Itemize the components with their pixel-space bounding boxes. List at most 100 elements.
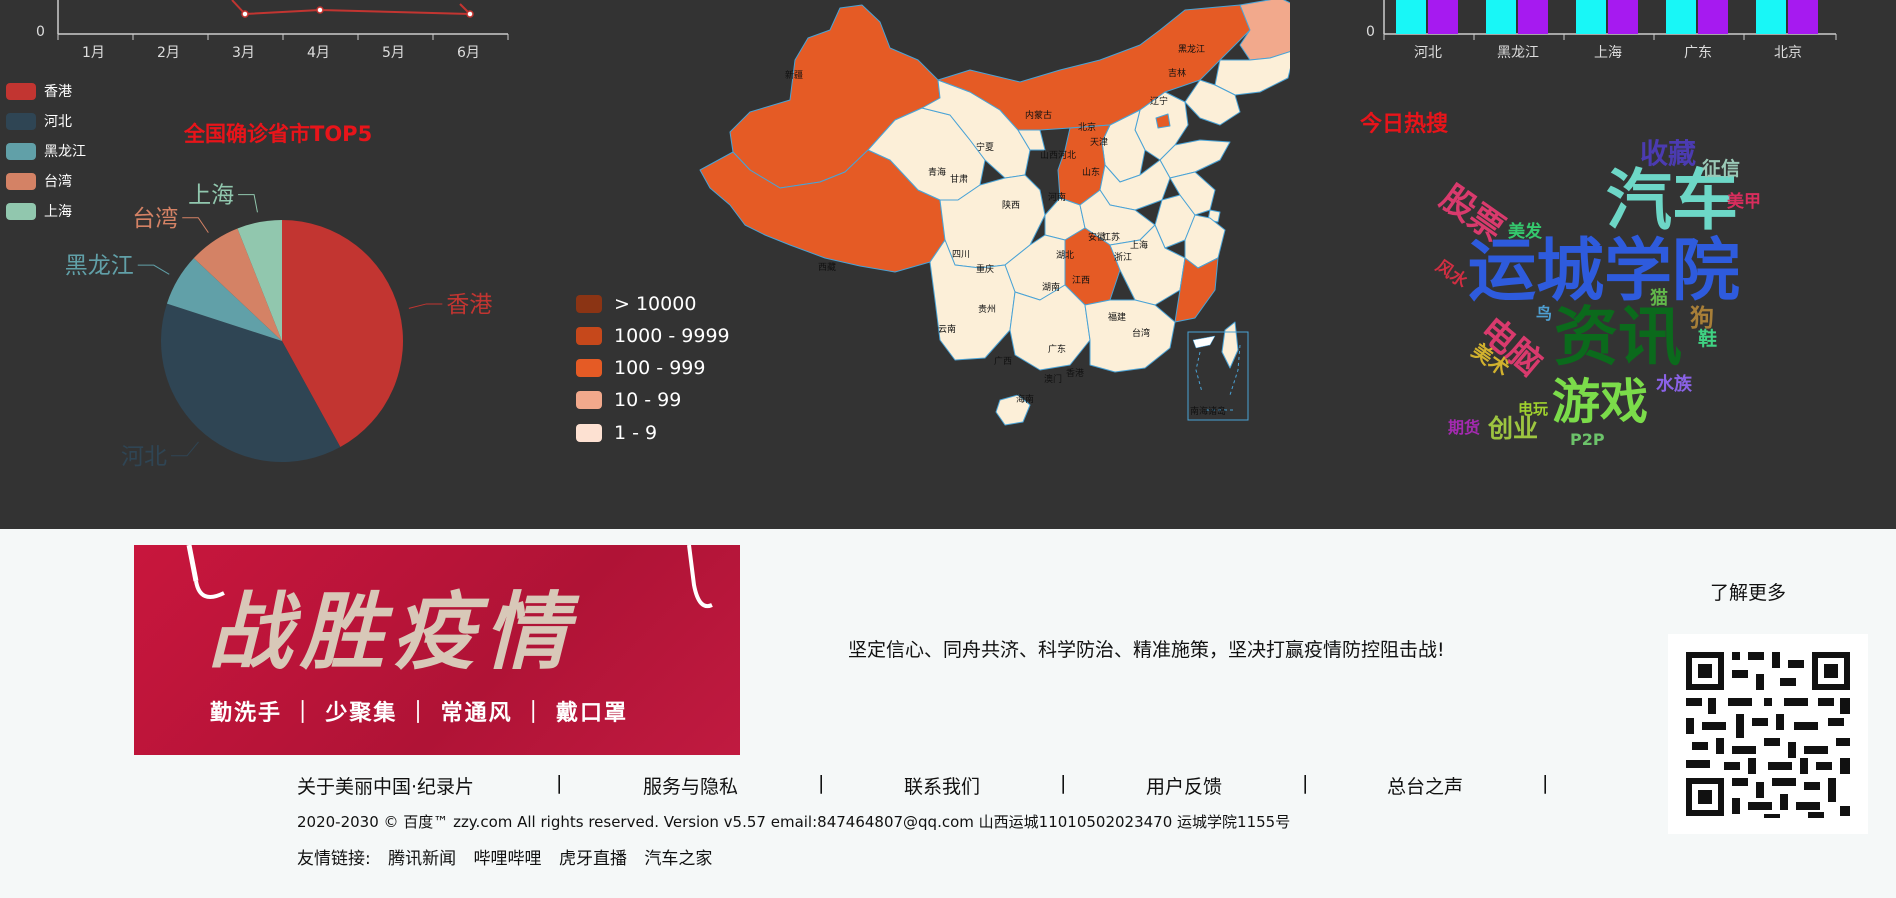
map-label: 四川 [952,250,970,260]
map-legend-item[interactable]: 10 - 99 [576,388,681,412]
map-label: 台湾 [1132,327,1150,339]
banner-subtitle: 勤洗手 ｜ 少聚集 ｜ 常通风 ｜ 戴口罩 [210,701,628,726]
friend-link[interactable]: 虎牙直播 [559,849,627,869]
map-label: 湖北 [1056,250,1074,261]
pie-label: 上海 [188,183,234,209]
map-region-taiwan [1221,321,1239,369]
map-label: 安徽 [1088,231,1106,243]
map-label: 山东 [1082,166,1100,178]
map-region-guangdong [1084,299,1176,373]
footer-nav-documentary[interactable]: 关于美丽中国·纪录片 [297,772,474,799]
bar [1486,0,1516,34]
word-cloud-item[interactable]: 期货 [1448,420,1480,436]
word-cloud: 运城学院 资讯 汽车 游戏 股票 电脑 收藏 征信 美甲 美发 风水 猫 狗 鸟… [1400,130,1800,460]
banner-title: 战胜疫情 [208,583,577,681]
bar [1698,0,1728,34]
map-label: 澳门 [1044,373,1062,385]
bar-x-tick: 北京 [1774,45,1802,61]
map-label: 内蒙古 [1025,109,1052,121]
map-label: 上海 [1130,239,1148,251]
map-legend-item[interactable]: 100 - 999 [576,356,705,380]
bar [1608,0,1638,34]
pie-label: 台湾 [132,206,178,232]
map-legend-item[interactable]: 1 - 9 [576,421,657,445]
word-cloud-item[interactable]: 收藏 [1640,140,1696,168]
footer-separator: | [1060,772,1067,794]
china-map[interactable]: 新疆 西藏 青海 甘肃 四川 云南 内蒙古 宁夏 陕西 重庆 贵州 广西 海南 … [640,0,1290,440]
map-label: 陕西 [1002,199,1020,211]
bar [1518,0,1548,34]
legend-swatch [576,424,602,442]
footer-nav-voice[interactable]: 总台之声 [1387,772,1463,799]
map-legend-item[interactable]: > 10000 [576,292,696,316]
bar [1666,0,1696,34]
pie-label-line [137,264,170,275]
friend-link[interactable]: 哔哩哔哩 [474,849,542,869]
map-label: 辽宁 [1150,95,1168,107]
footer-separator: | [1542,772,1549,794]
word-cloud-item[interactable]: 运城学院 [1468,238,1740,306]
legend-swatch [576,359,602,377]
pie-label-line [238,194,258,213]
pie-label: 黑龙江 [65,253,134,279]
footer-nav-feedback[interactable]: 用户反馈 [1146,772,1222,799]
footer-separator: | [818,772,825,794]
word-cloud-item[interactable]: 创业 [1488,416,1538,441]
bar-x-tick: 河北 [1414,45,1442,61]
word-cloud-item[interactable]: 狗 [1690,306,1714,330]
bar [1756,0,1786,34]
pie-label-line [182,217,209,233]
bar-x-tick: 黑龙江 [1497,45,1539,61]
word-cloud-item[interactable]: 资讯 [1554,306,1682,370]
word-cloud-item[interactable]: 水族 [1656,376,1692,394]
learn-more-link[interactable]: 了解更多 [1710,578,1786,605]
map-label: 宁夏 [976,141,994,153]
legend-label: 100 - 999 [614,357,706,379]
friend-link[interactable]: 腾讯新闻 [388,849,456,869]
map-label: 甘肃 [950,173,968,185]
word-cloud-item[interactable]: 征信 [1702,160,1740,179]
legend-swatch [576,295,602,313]
word-cloud-item[interactable]: 美发 [1508,224,1542,241]
map-legend-item[interactable]: 1000 - 9999 [576,324,730,348]
province-bar-chart [1383,0,1837,40]
copyright-text: 2020-2030 © 百度™ zzy.com All rights reser… [297,813,1291,831]
word-cloud-item[interactable]: 游戏 [1552,378,1648,426]
map-label: 广东 [1048,343,1066,355]
word-cloud-item[interactable]: 猫 [1650,290,1668,308]
map-label: 云南 [938,323,956,335]
banner-image[interactable]: 战胜疫情 勤洗手 ｜ 少聚集 ｜ 常通风 ｜ 戴口罩 [134,545,740,755]
legend-label: 1 - 9 [614,422,658,444]
map-label: 海南 [1016,393,1034,405]
word-cloud-item[interactable]: 风水 [1432,256,1471,292]
footer-separator: | [556,772,563,794]
pie-chart[interactable]: 香港河北 黑龙江 台湾上海 [0,0,560,529]
map-label: 青海 [928,166,946,178]
word-cloud-item[interactable]: 鸟 [1536,306,1552,322]
map-label: 重庆 [976,263,994,275]
bar [1576,0,1606,34]
friend-link[interactable]: 汽车之家 [644,849,712,869]
map-label: 河北 [1058,149,1076,161]
map-label: 新疆 [785,69,803,81]
bar-x-tick: 广东 [1684,45,1712,61]
pie-label: 香港 [446,292,492,318]
word-cloud-item[interactable]: 鞋 [1698,330,1717,349]
word-cloud-item[interactable]: P2P [1570,432,1605,448]
legend-label: 1000 - 9999 [614,325,730,347]
footer-nav-privacy[interactable]: 服务与隐私 [643,772,738,799]
footer-nav-contact[interactable]: 联系我们 [904,772,980,799]
map-label: 湖南 [1042,281,1060,293]
map-label: 南海诸岛 [1190,405,1226,417]
legend-label: > 10000 [614,293,697,315]
bar-y-tick: 0 [1366,24,1375,40]
dashboard-panel: 0 1月 2月 3月 4月 5月 6月 香港 河北 黑龙江 台湾 上海 全国确诊… [0,0,1896,529]
legend-swatch [576,391,602,409]
map-label: 香港 [1066,367,1084,379]
pie-label-line [171,441,199,457]
map-label: 贵州 [978,303,996,315]
word-cloud-item[interactable]: 美甲 [1727,194,1761,211]
pie-label: 河北 [121,444,167,470]
map-label: 广西 [994,355,1012,367]
bar [1396,0,1426,34]
